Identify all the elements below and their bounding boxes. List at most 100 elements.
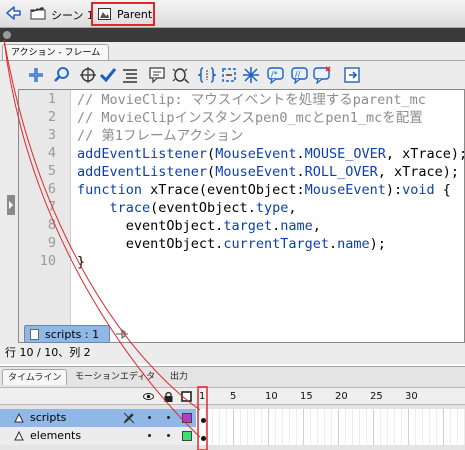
frame-cell-divider (282, 409, 283, 427)
code-token: addEventListener (77, 146, 208, 162)
collapse-between-braces-icon[interactable] (198, 66, 216, 84)
code-line[interactable]: eventObject.target.name, (77, 217, 321, 235)
frame-cell-divider (373, 427, 374, 445)
code-line[interactable]: addEventListener(MouseEvent.MOUSE_OVER, … (77, 145, 465, 163)
line-number: 4 (47, 145, 56, 161)
frame-cell-divider (324, 409, 325, 427)
lock-icon[interactable] (163, 391, 174, 402)
frame-cell-divider (457, 427, 458, 445)
tab-divider (0, 60, 465, 61)
auto-format-icon[interactable] (121, 66, 139, 84)
cursor-position-status: 行 10 / 10、列 2 (5, 346, 91, 359)
code-line[interactable]: // MovieClip: マウスイベントを処理するparent_mc (77, 91, 426, 109)
back-arrow-icon[interactable] (5, 5, 21, 21)
apply-block-comment-icon[interactable]: /* (267, 66, 285, 84)
keyframe-dot[interactable] (201, 418, 206, 423)
frame-cell-divider (429, 427, 430, 445)
keyframe-dot[interactable] (201, 436, 206, 441)
line-number: 2 (47, 109, 56, 125)
collapse-dot-icon[interactable] (3, 31, 11, 39)
frame-number: 1 (199, 391, 206, 402)
frame-cell-divider (338, 409, 339, 427)
target-path-icon[interactable] (79, 66, 97, 84)
script-file-icon (30, 329, 39, 340)
code-token: xTrace(eventObject: (142, 182, 305, 198)
layer-outline-color-swatch[interactable] (182, 413, 192, 423)
code-line[interactable]: // 第1フレームアクション (77, 127, 243, 145)
layer-frames[interactable] (196, 427, 465, 445)
frame-cell-divider (352, 409, 353, 427)
actions-toolbar: /* // (0, 62, 465, 88)
frame-cell-divider (408, 409, 409, 427)
code-token: void (402, 182, 435, 198)
movieclip-symbol-icon (98, 8, 111, 20)
code-hint-icon[interactable] (148, 66, 166, 84)
frame-number: 20 (335, 391, 348, 402)
layer-toggle-dot[interactable] (167, 416, 170, 419)
timeline-header: 1 5 10 15 20 25 30 (0, 387, 465, 405)
toolbox-toggle-icon[interactable] (7, 195, 15, 215)
frame-cell-divider (380, 409, 381, 427)
code-line[interactable]: // MovieClipインスタンスpen0_mcとpen1_mcを配置 (77, 109, 423, 127)
collapse-selection-icon[interactable] (220, 66, 238, 84)
find-icon[interactable] (53, 66, 71, 84)
actions-panel: アクション - フレーム /* // 1 2 3 4 5 6 7 8 9 10 … (0, 42, 465, 364)
layer-frames[interactable] (196, 409, 465, 427)
line-number: 9 (47, 235, 56, 251)
remove-comment-icon[interactable] (313, 66, 331, 84)
frame-cell-divider (352, 427, 353, 445)
code-line[interactable]: } (77, 253, 85, 271)
layer-name[interactable]: scripts (30, 411, 66, 424)
apply-line-comment-icon[interactable]: // (291, 66, 309, 84)
script-editor[interactable]: 1 2 3 4 5 6 7 8 9 10 // MovieClip: マウスイベントを処理するpa… (18, 89, 465, 343)
debug-options-icon[interactable] (172, 66, 190, 84)
layer-toggle-dot[interactable] (167, 434, 170, 437)
outline-square-icon[interactable] (181, 391, 192, 402)
show-hide-toolbox-icon[interactable] (343, 66, 361, 84)
script-navigator-tab[interactable]: scripts : 1 (24, 325, 110, 343)
frame-cell-divider (268, 427, 269, 445)
code-token: } (77, 254, 86, 270)
add-action-icon[interactable] (27, 66, 45, 84)
code-token: . (328, 236, 338, 252)
layer-outline-color-swatch[interactable] (182, 431, 192, 441)
frame-cell-divider (331, 427, 332, 445)
symbol-breadcrumb-highlight[interactable]: Parent (91, 2, 155, 26)
line-number: 6 (47, 181, 56, 197)
code-token: MOUSE_OVER (304, 146, 386, 162)
frame-cell-divider (345, 427, 346, 445)
check-syntax-icon[interactable] (99, 66, 117, 84)
layer-toggle-dot[interactable] (148, 416, 151, 419)
code-line[interactable]: addEventListener(MouseEvent.ROLL_OVER, x… (77, 163, 459, 181)
code-token: eventObject. (77, 236, 224, 252)
frame-cell-divider (394, 409, 395, 427)
layer-row-elements[interactable]: elements (0, 427, 465, 445)
tab-timeline[interactable]: タイムライン (2, 369, 68, 385)
symbol-breadcrumb-label: Parent (117, 8, 153, 21)
layer-icon (14, 431, 24, 441)
code-line[interactable]: function xTrace(eventObject:MouseEvent):… (77, 181, 451, 199)
expand-all-icon[interactable] (242, 66, 260, 84)
actions-panel-tab[interactable]: アクション - フレーム (2, 44, 110, 60)
frame-cell-divider (296, 409, 297, 427)
svg-text:/*: /* (271, 70, 278, 79)
pin-script-icon[interactable] (113, 325, 129, 343)
layer-toggle-dot[interactable] (148, 434, 151, 437)
line-number: 8 (47, 217, 56, 233)
frame-cell-divider (247, 427, 248, 445)
code-line[interactable]: eventObject.currentTarget.name); (77, 235, 386, 253)
scene-breadcrumb[interactable]: シーン 1 (51, 7, 94, 23)
frame-cell-divider (457, 409, 458, 427)
code-line[interactable]: trace(eventObject.type, (77, 199, 297, 217)
layer-row-scripts[interactable]: scripts (0, 409, 465, 427)
frame-cell-divider (394, 427, 395, 445)
tab-motion-editor[interactable]: モーションエディタ (70, 369, 160, 385)
layer-name[interactable]: elements (30, 429, 81, 442)
frame-cell-divider (436, 409, 437, 427)
code-token: name (337, 236, 370, 252)
line-number: 3 (47, 127, 56, 143)
frame-cell-divider (317, 427, 318, 445)
show-hide-eye-icon[interactable] (143, 391, 154, 402)
tab-output[interactable]: 出力 (165, 369, 193, 385)
frame-cell-divider (233, 409, 234, 427)
